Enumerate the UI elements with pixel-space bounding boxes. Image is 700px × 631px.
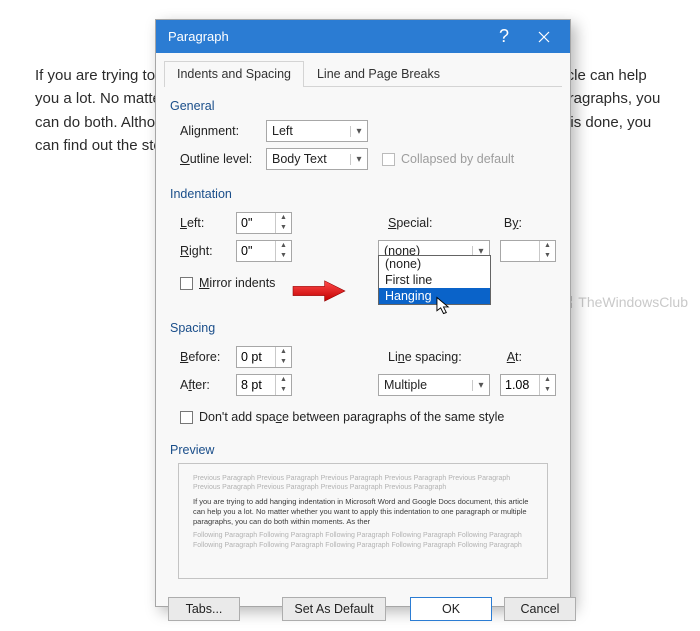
at-label: At: xyxy=(507,350,522,364)
after-input[interactable]: ▲▼ xyxy=(236,374,292,396)
dialog-title: Paragraph xyxy=(168,29,486,44)
line-spacing-select[interactable]: Multiple ▾ xyxy=(378,374,490,396)
mouse-cursor-icon xyxy=(436,296,451,316)
outline-select[interactable]: Body Text ▾ xyxy=(266,148,368,170)
titlebar[interactable]: Paragraph ? xyxy=(156,20,570,53)
by-input[interactable]: ▲▼ xyxy=(500,240,556,262)
section-spacing: Spacing xyxy=(170,321,556,335)
by-label: By: xyxy=(504,216,522,230)
preview-box: Previous Paragraph Previous Paragraph Pr… xyxy=(178,463,548,579)
alignment-select[interactable]: Left ▾ xyxy=(266,120,368,142)
option-first-line[interactable]: First line xyxy=(379,272,490,288)
indent-left-input[interactable]: ▲▼ xyxy=(236,212,292,234)
dont-add-space-checkbox[interactable]: Don't add space between paragraphs of th… xyxy=(180,410,504,424)
indent-left-label: Left: xyxy=(170,216,236,230)
special-label: Special: xyxy=(378,216,474,230)
chevron-down-icon: ▾ xyxy=(350,126,364,137)
cancel-button[interactable]: Cancel xyxy=(504,597,576,621)
collapsed-checkbox: Collapsed by default xyxy=(382,152,514,166)
tab-indents-spacing[interactable]: Indents and Spacing xyxy=(164,61,304,87)
dialog-button-bar: Tabs... Set As Default OK Cancel xyxy=(156,591,570,631)
after-label: After: xyxy=(170,378,236,392)
watermark: TheWindowsClub xyxy=(558,294,688,310)
section-preview: Preview xyxy=(170,443,556,457)
chevron-down-icon: ▾ xyxy=(472,380,486,391)
indent-right-input[interactable]: ▲▼ xyxy=(236,240,292,262)
tab-line-page-breaks[interactable]: Line and Page Breaks xyxy=(304,61,453,87)
chevron-down-icon: ▾ xyxy=(350,154,364,165)
indent-right-label: Right: xyxy=(170,244,236,258)
alignment-label: Alignment: xyxy=(170,124,266,138)
option-none[interactable]: (none) xyxy=(379,256,490,272)
outline-label: Outline level: xyxy=(170,152,266,166)
tabs-button[interactable]: Tabs... xyxy=(168,597,240,621)
before-input[interactable]: ▲▼ xyxy=(236,346,292,368)
paragraph-dialog: Paragraph ? Indents and Spacing Line and… xyxy=(155,19,571,607)
close-button[interactable] xyxy=(522,20,566,53)
tab-strip: Indents and Spacing Line and Page Breaks xyxy=(164,61,562,87)
close-icon xyxy=(538,31,550,43)
before-label: Before: xyxy=(170,350,236,364)
help-button[interactable]: ? xyxy=(486,20,522,53)
line-spacing-label: Line spacing: xyxy=(378,350,474,364)
option-hanging[interactable]: Hanging xyxy=(379,288,490,304)
section-general: General xyxy=(170,99,556,113)
section-indentation: Indentation xyxy=(170,187,556,201)
mirror-indents-checkbox[interactable]: Mirror indents xyxy=(180,276,275,290)
set-default-button[interactable]: Set As Default xyxy=(282,597,386,621)
special-dropdown-list[interactable]: (none) First line Hanging xyxy=(378,255,491,305)
at-input[interactable]: ▲▼ xyxy=(500,374,556,396)
ok-button[interactable]: OK xyxy=(410,597,492,621)
